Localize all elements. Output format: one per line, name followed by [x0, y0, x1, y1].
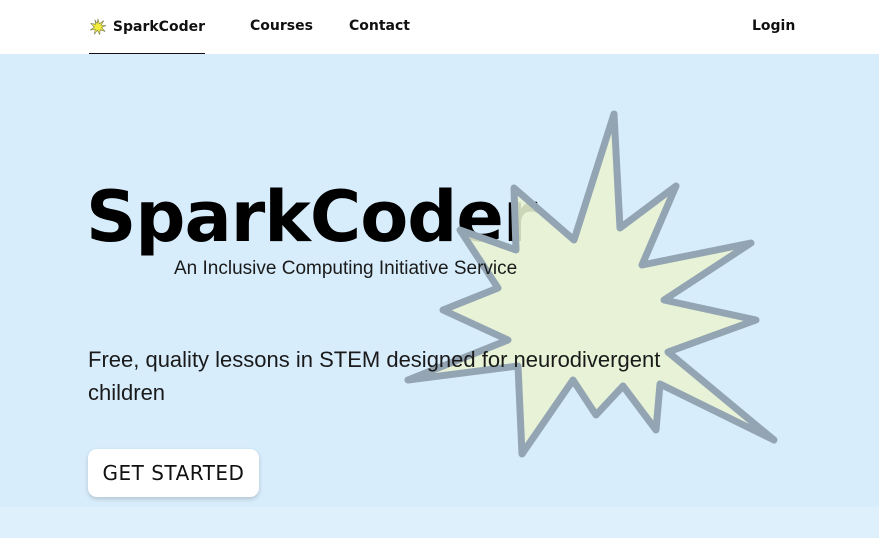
hero-description: Free, quality lessons in STEM designed f…: [88, 347, 661, 405]
brand-name: SparkCoder: [112, 18, 205, 35]
brand-home-link[interactable]: SparkCoder: [89, 0, 205, 54]
section-divider: [0, 507, 879, 538]
nav-link-courses[interactable]: Courses: [250, 18, 313, 34]
login-link[interactable]: Login: [752, 18, 795, 34]
hero-subtitle: An Inclusive Computing Initiative Servic…: [174, 258, 518, 279]
get-started-button[interactable]: GET STARTED: [88, 449, 259, 497]
top-nav-bar: SparkCoder Courses Contact Login: [0, 0, 879, 55]
spark-burst-icon: [90, 18, 107, 35]
nav-link-contact[interactable]: Contact: [349, 18, 410, 34]
